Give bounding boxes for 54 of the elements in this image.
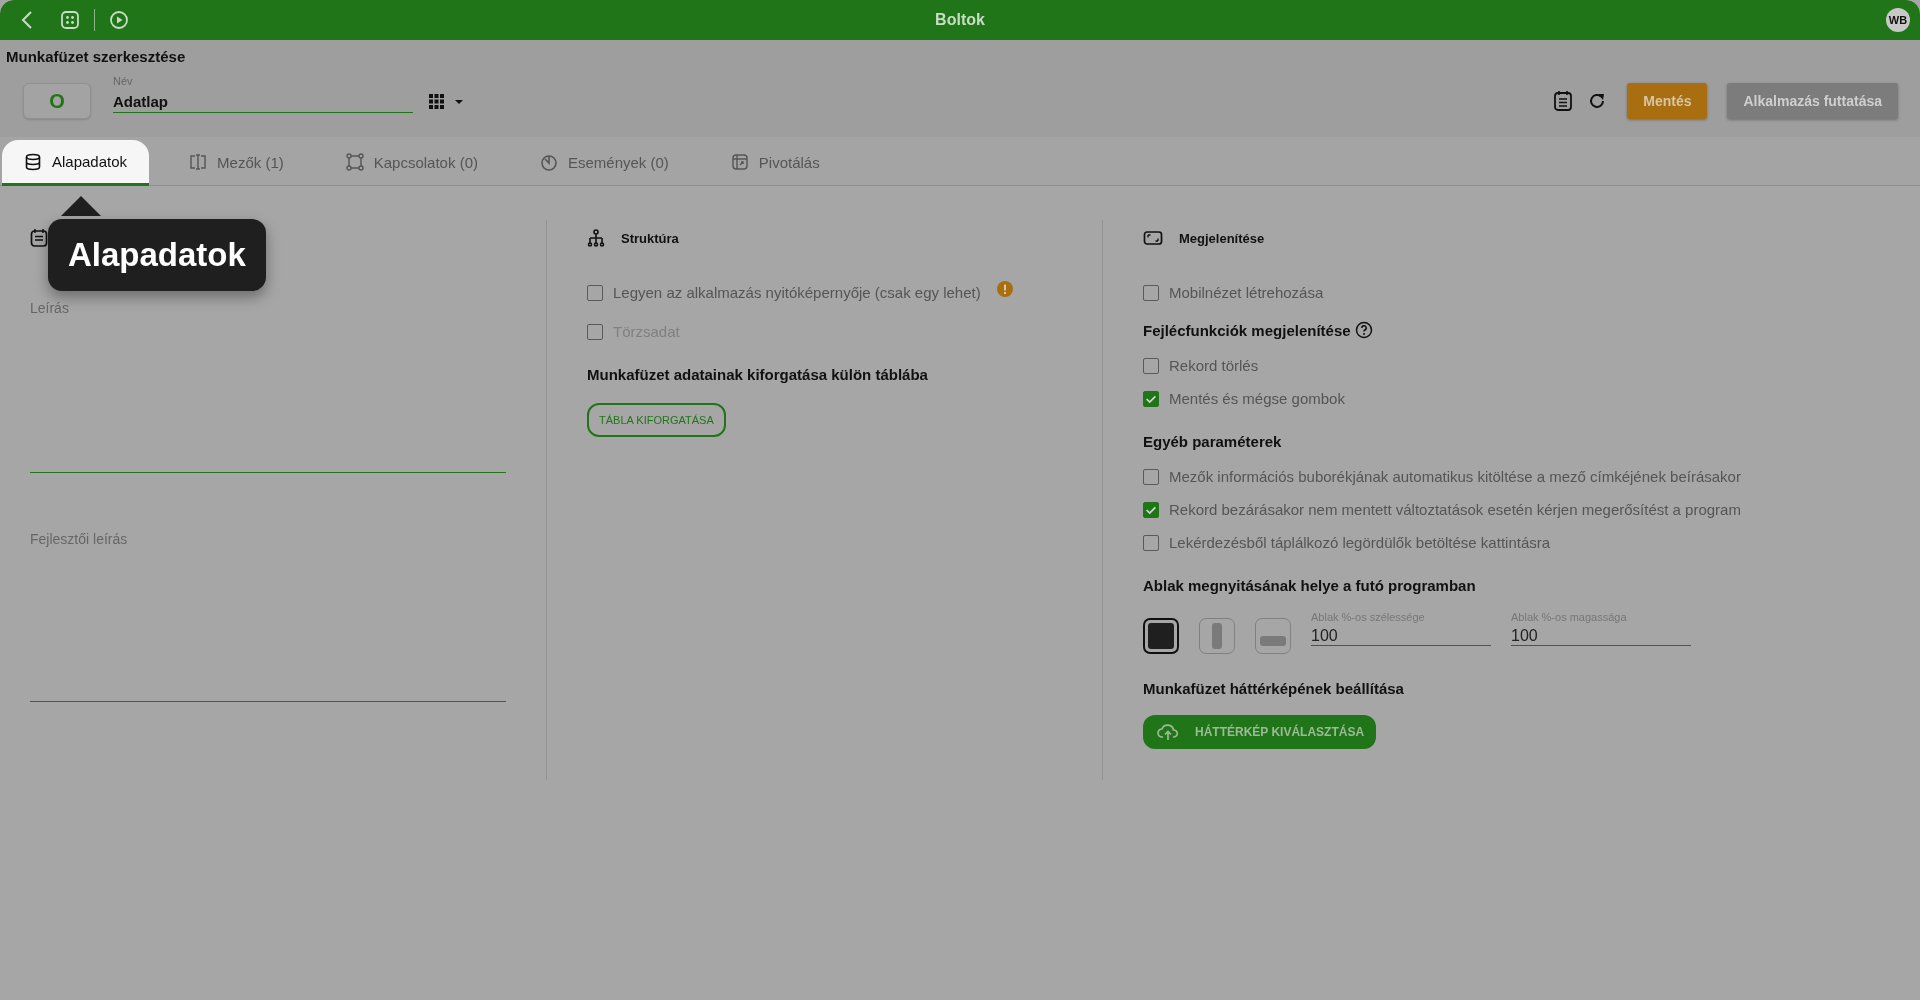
workbook-icon-button[interactable]: O bbox=[23, 83, 91, 119]
checkbox-label: Mobilnézet létrehozása bbox=[1169, 284, 1324, 301]
fullscreen-option[interactable] bbox=[1143, 618, 1179, 654]
checkbox[interactable] bbox=[1143, 284, 1159, 301]
checkbox-label: Lekérdezésből táplálkozó legördülők betöltése kattintásra bbox=[1169, 534, 1551, 551]
pivot-table-icon bbox=[730, 153, 749, 171]
section-title: Egyéb paraméterek bbox=[1143, 433, 1283, 450]
pivot-table-button[interactable]: TÁBLA KIFORGATÁSA bbox=[587, 403, 726, 437]
cloud-upload-icon bbox=[1157, 723, 1179, 741]
section-title: Megjelenítése bbox=[1179, 230, 1265, 246]
connections-icon bbox=[345, 153, 364, 171]
text-area[interactable]: Fejlesztői leírás bbox=[30, 531, 506, 702]
checkbox-label: Mezők információs buborékjának automatikus kitöltése a mező címkéjének beírásakor bbox=[1169, 468, 1741, 485]
name-field[interactable]: Név Adatlap bbox=[113, 75, 413, 113]
section-title: Struktúra bbox=[621, 230, 679, 246]
section-title: Fejlécfunkciók megjelenítése bbox=[1143, 321, 1351, 339]
tab[interactable]: Kapcsolatok (0) bbox=[323, 139, 500, 185]
back-icon[interactable] bbox=[20, 10, 34, 30]
tooltip: Alapadatok bbox=[48, 219, 266, 291]
checkbox[interactable] bbox=[1143, 357, 1159, 374]
section-title: Munkafüzet adatainak kiforgatása külön táblába bbox=[587, 366, 929, 383]
checkbox-label: Rekord bezárásakor nem mentett változtatások esetén kérjen megerősítést a program bbox=[1169, 501, 1741, 518]
timer-icon bbox=[539, 153, 558, 171]
apps-icon[interactable] bbox=[60, 10, 80, 30]
checkbox[interactable] bbox=[1143, 468, 1159, 485]
screen-icon bbox=[1143, 230, 1163, 246]
app-title: Boltok bbox=[935, 11, 985, 29]
text-area[interactable]: Leírás bbox=[30, 300, 506, 473]
database-icon bbox=[24, 152, 42, 171]
grid-dropdown-icon[interactable] bbox=[429, 93, 465, 109]
upload-button[interactable]: HÁTTÉRKÉP KIVÁLASZTÁSA bbox=[1143, 715, 1377, 749]
page-title: Munkafüzet szerkesztése bbox=[6, 48, 187, 65]
checkbox[interactable] bbox=[1143, 390, 1159, 407]
hierarchy-icon bbox=[587, 229, 605, 247]
clipboard-icon[interactable] bbox=[1553, 90, 1574, 112]
checkbox[interactable] bbox=[587, 284, 603, 301]
user-avatar[interactable]: WB bbox=[1886, 8, 1910, 32]
checkbox[interactable] bbox=[1143, 534, 1159, 551]
section-title: Ablak megnyitásának helye a futó programban bbox=[1143, 577, 1477, 594]
tab[interactable]: Események (0) bbox=[517, 139, 691, 185]
tab[interactable]: Alapadatok bbox=[2, 140, 150, 186]
save-button[interactable]: Mentés bbox=[1627, 83, 1708, 119]
section-title: Munkafüzet háttérképének beállítása bbox=[1143, 680, 1405, 697]
tab[interactable]: Pivotálás bbox=[708, 139, 842, 185]
help-icon[interactable] bbox=[1354, 321, 1373, 339]
checkbox-label: Rekord törlés bbox=[1169, 357, 1259, 374]
checkbox[interactable] bbox=[1143, 501, 1159, 518]
tab[interactable]: Mezők (1) bbox=[167, 139, 306, 185]
checkbox-label: Legyen az alkalmazás nyitóképernyője (csak egy lehet) bbox=[613, 284, 981, 301]
tooltip-pointer bbox=[61, 196, 101, 216]
text-field-icon bbox=[189, 153, 208, 171]
checkbox-label: Mentés és mégse gombok bbox=[1169, 390, 1345, 407]
play-icon[interactable] bbox=[109, 10, 129, 30]
clipboard-icon bbox=[30, 228, 48, 248]
